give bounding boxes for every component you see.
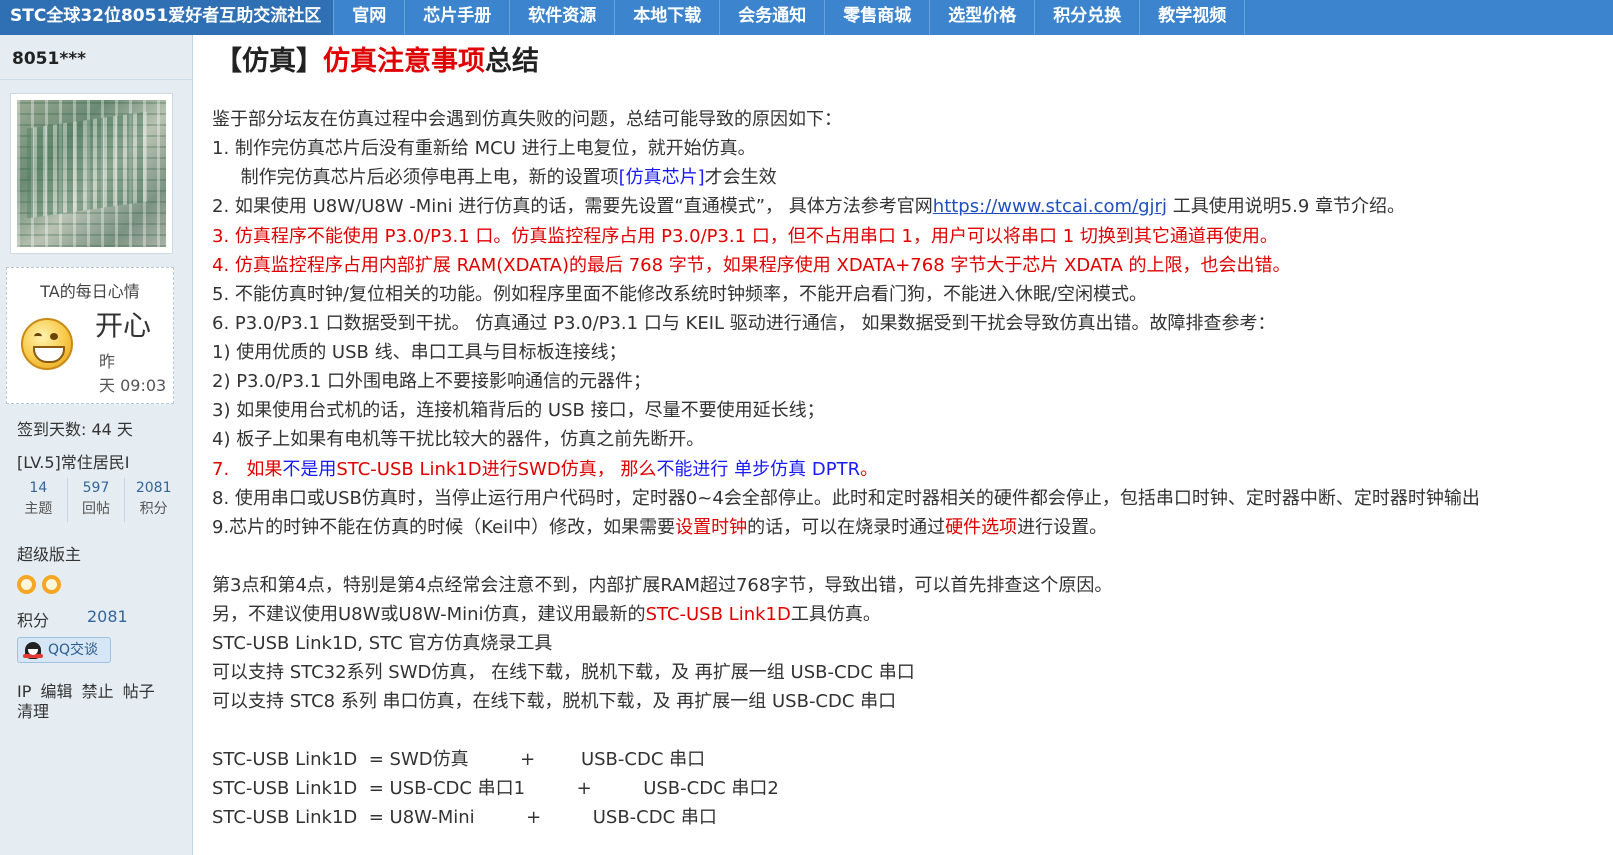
mood-title: TA的每日心情 bbox=[40, 282, 140, 301]
title-bracket: 【仿真】 bbox=[215, 46, 323, 77]
nav-item-software[interactable]: 软件资源 bbox=[510, 0, 616, 35]
stat-topics-num: 14 bbox=[29, 480, 48, 496]
qq-chat-label: QQ交谈 bbox=[48, 642, 99, 658]
post-line-1b: 制作完仿真芯片后必须停电再上电，新的设置项[仿真芯片]才会生效 bbox=[212, 166, 777, 190]
nav-item-shop[interactable]: 零售商城 bbox=[825, 0, 931, 35]
line-text: 。 bbox=[860, 459, 879, 480]
user-stats: 14 主题 597 回帖 2081 积分 bbox=[10, 478, 182, 522]
stat-topics-label: 主题 bbox=[24, 501, 53, 517]
line-text: 设置时钟 bbox=[675, 517, 748, 538]
line-text: 进行设置。 bbox=[1017, 517, 1108, 538]
mood-text: 开心 bbox=[95, 309, 152, 342]
top-nav-bar: STC全球32位8051爱好者互助交流社区 官网 芯片手册 软件资源 本地下载 … bbox=[0, 0, 1613, 35]
nav-item-local-download[interactable]: 本地下载 bbox=[615, 0, 721, 35]
post-line-6: 6. P3.0/P3.1 口数据受到干扰。 仿真通过 P3.0/P3.1 口与 … bbox=[212, 313, 1276, 334]
line-text: 工具使用说明5.9 章节介绍。 bbox=[1166, 196, 1406, 217]
nav-item-datasheet[interactable]: 芯片手册 bbox=[405, 0, 511, 35]
line-text: 工具仿真。 bbox=[790, 604, 881, 625]
post-content: 【仿真】仿真注意事项总结 鉴于部分坛友在仿真过程中会遇到仿真失败的问题，总结可能… bbox=[193, 35, 1613, 855]
qq-chat-button[interactable]: QQ交谈 bbox=[17, 637, 111, 663]
admin-clean-link[interactable]: 清理 bbox=[17, 702, 49, 721]
score-label: 积分 bbox=[17, 611, 50, 630]
score-value: 2081 bbox=[87, 607, 128, 626]
site-brand-link[interactable]: STC全球32位8051爱好者互助交流社区 bbox=[0, 0, 335, 35]
stat-points-num: 2081 bbox=[135, 480, 172, 496]
line-text: 不能进行 单步仿真 DPTR bbox=[656, 459, 861, 480]
line-text: 7. 如果 bbox=[212, 459, 283, 480]
line-text: STC-USB Link1D bbox=[645, 604, 791, 625]
post-line-5: 5. 不能仿真时钟/复位相关的功能。例如程序里面不能修改系统时钟频率，不能开启看… bbox=[212, 284, 1148, 305]
stat-points[interactable]: 2081 积分 bbox=[125, 478, 182, 522]
nav-item-points-exchange[interactable]: 积分兑换 bbox=[1035, 0, 1141, 35]
post-line-eq2: STC-USB Link1D = USB-CDC 串口1 + USB-CDC 串… bbox=[212, 778, 779, 799]
post-line-2: 2. 如果使用 U8W/U8W -Mini 进行仿真的话，需要先设置“直通模式”… bbox=[212, 195, 1405, 219]
post-line-eq1: STC-USB Link1D = SWD仿真 + USB-CDC 串口 bbox=[212, 749, 706, 770]
nav-item-notice[interactable]: 会务通知 bbox=[720, 0, 826, 35]
post-line-note: 第3点和第4点，特别是第4点经常会注意不到，内部扩展RAM超过768字节，导致出… bbox=[212, 575, 1113, 596]
avatar[interactable] bbox=[10, 93, 173, 254]
admin-posts-link[interactable]: 帖子 bbox=[123, 682, 155, 701]
post-line-eq3: STC-USB Link1D = U8W-Mini + USB-CDC 串口 bbox=[212, 807, 717, 828]
score-row: 积分 2081 bbox=[17, 607, 128, 631]
stat-replies-num: 597 bbox=[82, 480, 110, 496]
line-text: 9.芯片的时钟不能在仿真的时候（Keil中）修改，如果需要 bbox=[212, 517, 676, 538]
post-line-6-2: 2) P3.0/P3.1 口外围电路上不要接影响通信的元器件； bbox=[212, 371, 651, 392]
divider bbox=[0, 79, 193, 80]
medal-icon bbox=[42, 575, 61, 594]
admin-ban-link[interactable]: 禁止 bbox=[82, 682, 114, 701]
happy-face-icon bbox=[21, 318, 73, 370]
line-text: 不是用 bbox=[282, 459, 337, 480]
line-text: STC-USB Link1D进行SWD仿真， 那么 bbox=[336, 459, 657, 480]
stat-replies-label: 回帖 bbox=[82, 501, 110, 517]
user-level: [LV.5]常住居民I bbox=[17, 453, 130, 472]
admin-ip-link[interactable]: IP bbox=[17, 682, 31, 701]
post-title: 【仿真】仿真注意事项总结 bbox=[215, 39, 539, 78]
title-red: 仿真注意事项 bbox=[323, 46, 485, 77]
nav-item-official[interactable]: 官网 bbox=[334, 0, 406, 35]
post-line-7: 7. 如果不是用STC-USB Link1D进行SWD仿真， 那么不能进行 单步… bbox=[212, 458, 878, 482]
line-text: 才会生效 bbox=[704, 167, 777, 188]
post-line-4: 4. 仿真监控程序占用内部扩展 RAM(XDATA)的最后 768 字节，如果程… bbox=[212, 255, 1291, 276]
post-line-3: 3. 仿真程序不能使用 P3.0/P3.1 口。仿真监控程序占用 P3.0/P3… bbox=[212, 226, 1278, 247]
user-info-panel: 8051*** TA的每日心情 开心 昨 天 09:03 签到天数: 44 天 … bbox=[0, 35, 193, 855]
post-line-8: 8. 使用串口或USB仿真时，当停止运行用户代码时，定时器0~4会全部停止。此时… bbox=[212, 488, 1480, 509]
line-text: 制作完仿真芯片后必须停电再上电，新的设置项 bbox=[212, 167, 619, 188]
line-text: 另，不建议使用U8W或U8W-Mini仿真，建议用最新的 bbox=[212, 604, 646, 625]
post-line-6-1: 1) 使用优质的 USB 线、串口工具与目标板连接线； bbox=[212, 342, 627, 363]
stat-topics[interactable]: 14 主题 bbox=[10, 478, 68, 522]
mood-time-line2: 天 09:03 bbox=[99, 376, 167, 395]
admin-links: IP 编辑 禁止 帖子 清理 bbox=[17, 682, 177, 722]
avatar-image bbox=[17, 100, 166, 247]
daily-mood-box: TA的每日心情 开心 昨 天 09:03 bbox=[6, 267, 174, 404]
stat-points-label: 积分 bbox=[139, 501, 168, 517]
post-line-stc8: 可以支持 STC8 系列 串口仿真，在线下载，脱机下载，及 再扩展一组 USB-… bbox=[212, 691, 897, 712]
post-line-intro: 鉴于部分坛友在仿真过程中会遇到仿真失败的问题，总结可能导致的原因如下： bbox=[212, 109, 842, 130]
line-text: 的话，可以在烧录时通过 bbox=[747, 517, 946, 538]
post-line-recommend: 另，不建议使用U8W或U8W-Mini仿真，建议用最新的STC-USB Link… bbox=[212, 603, 881, 627]
line-text: 2. 如果使用 U8W/U8W -Mini 进行仿真的话，需要先设置“直通模式”… bbox=[212, 196, 933, 217]
qq-penguin-icon bbox=[23, 642, 43, 659]
stcai-link[interactable]: https://www.stcai.com/gjrj bbox=[933, 196, 1167, 217]
medal-icon bbox=[17, 575, 36, 594]
post-line-link1d: STC-USB Link1D, STC 官方仿真烧录工具 bbox=[212, 633, 553, 654]
line-text: 硬件选项 bbox=[945, 517, 1018, 538]
post-line-6-4: 4) 板子上如果有电机等干扰比较大的器件，仿真之前先断开。 bbox=[212, 429, 705, 450]
post-line-6-3: 3) 如果使用台式机的话，连接机箱背后的 USB 接口，尽量不要使用延长线； bbox=[212, 400, 825, 421]
nav-item-video[interactable]: 教学视频 bbox=[1140, 0, 1246, 35]
user-role: 超级版主 bbox=[17, 545, 82, 564]
admin-edit-link[interactable]: 编辑 bbox=[40, 682, 72, 701]
stat-replies[interactable]: 597 回帖 bbox=[68, 478, 126, 522]
nav-item-pricing[interactable]: 选型价格 bbox=[930, 0, 1036, 35]
mood-time-line1: 昨 bbox=[99, 352, 116, 371]
checkin-days: 签到天数: 44 天 bbox=[17, 420, 133, 439]
post-line-1: 1. 制作完仿真芯片后没有重新给 MCU 进行上电复位，就开始仿真。 bbox=[212, 138, 756, 159]
sim-chip-option: [仿真芯片] bbox=[618, 167, 705, 188]
username-link[interactable]: 8051*** bbox=[12, 49, 86, 69]
post-line-9: 9.芯片的时钟不能在仿真的时候（Keil中）修改，如果需要设置时钟的话，可以在烧… bbox=[212, 516, 1107, 540]
medal-row bbox=[17, 575, 61, 594]
title-tail: 总结 bbox=[485, 46, 539, 77]
post-line-stc32: 可以支持 STC32系列 SWD仿真， 在线下载，脱机下载，及 再扩展一组 US… bbox=[212, 662, 915, 683]
